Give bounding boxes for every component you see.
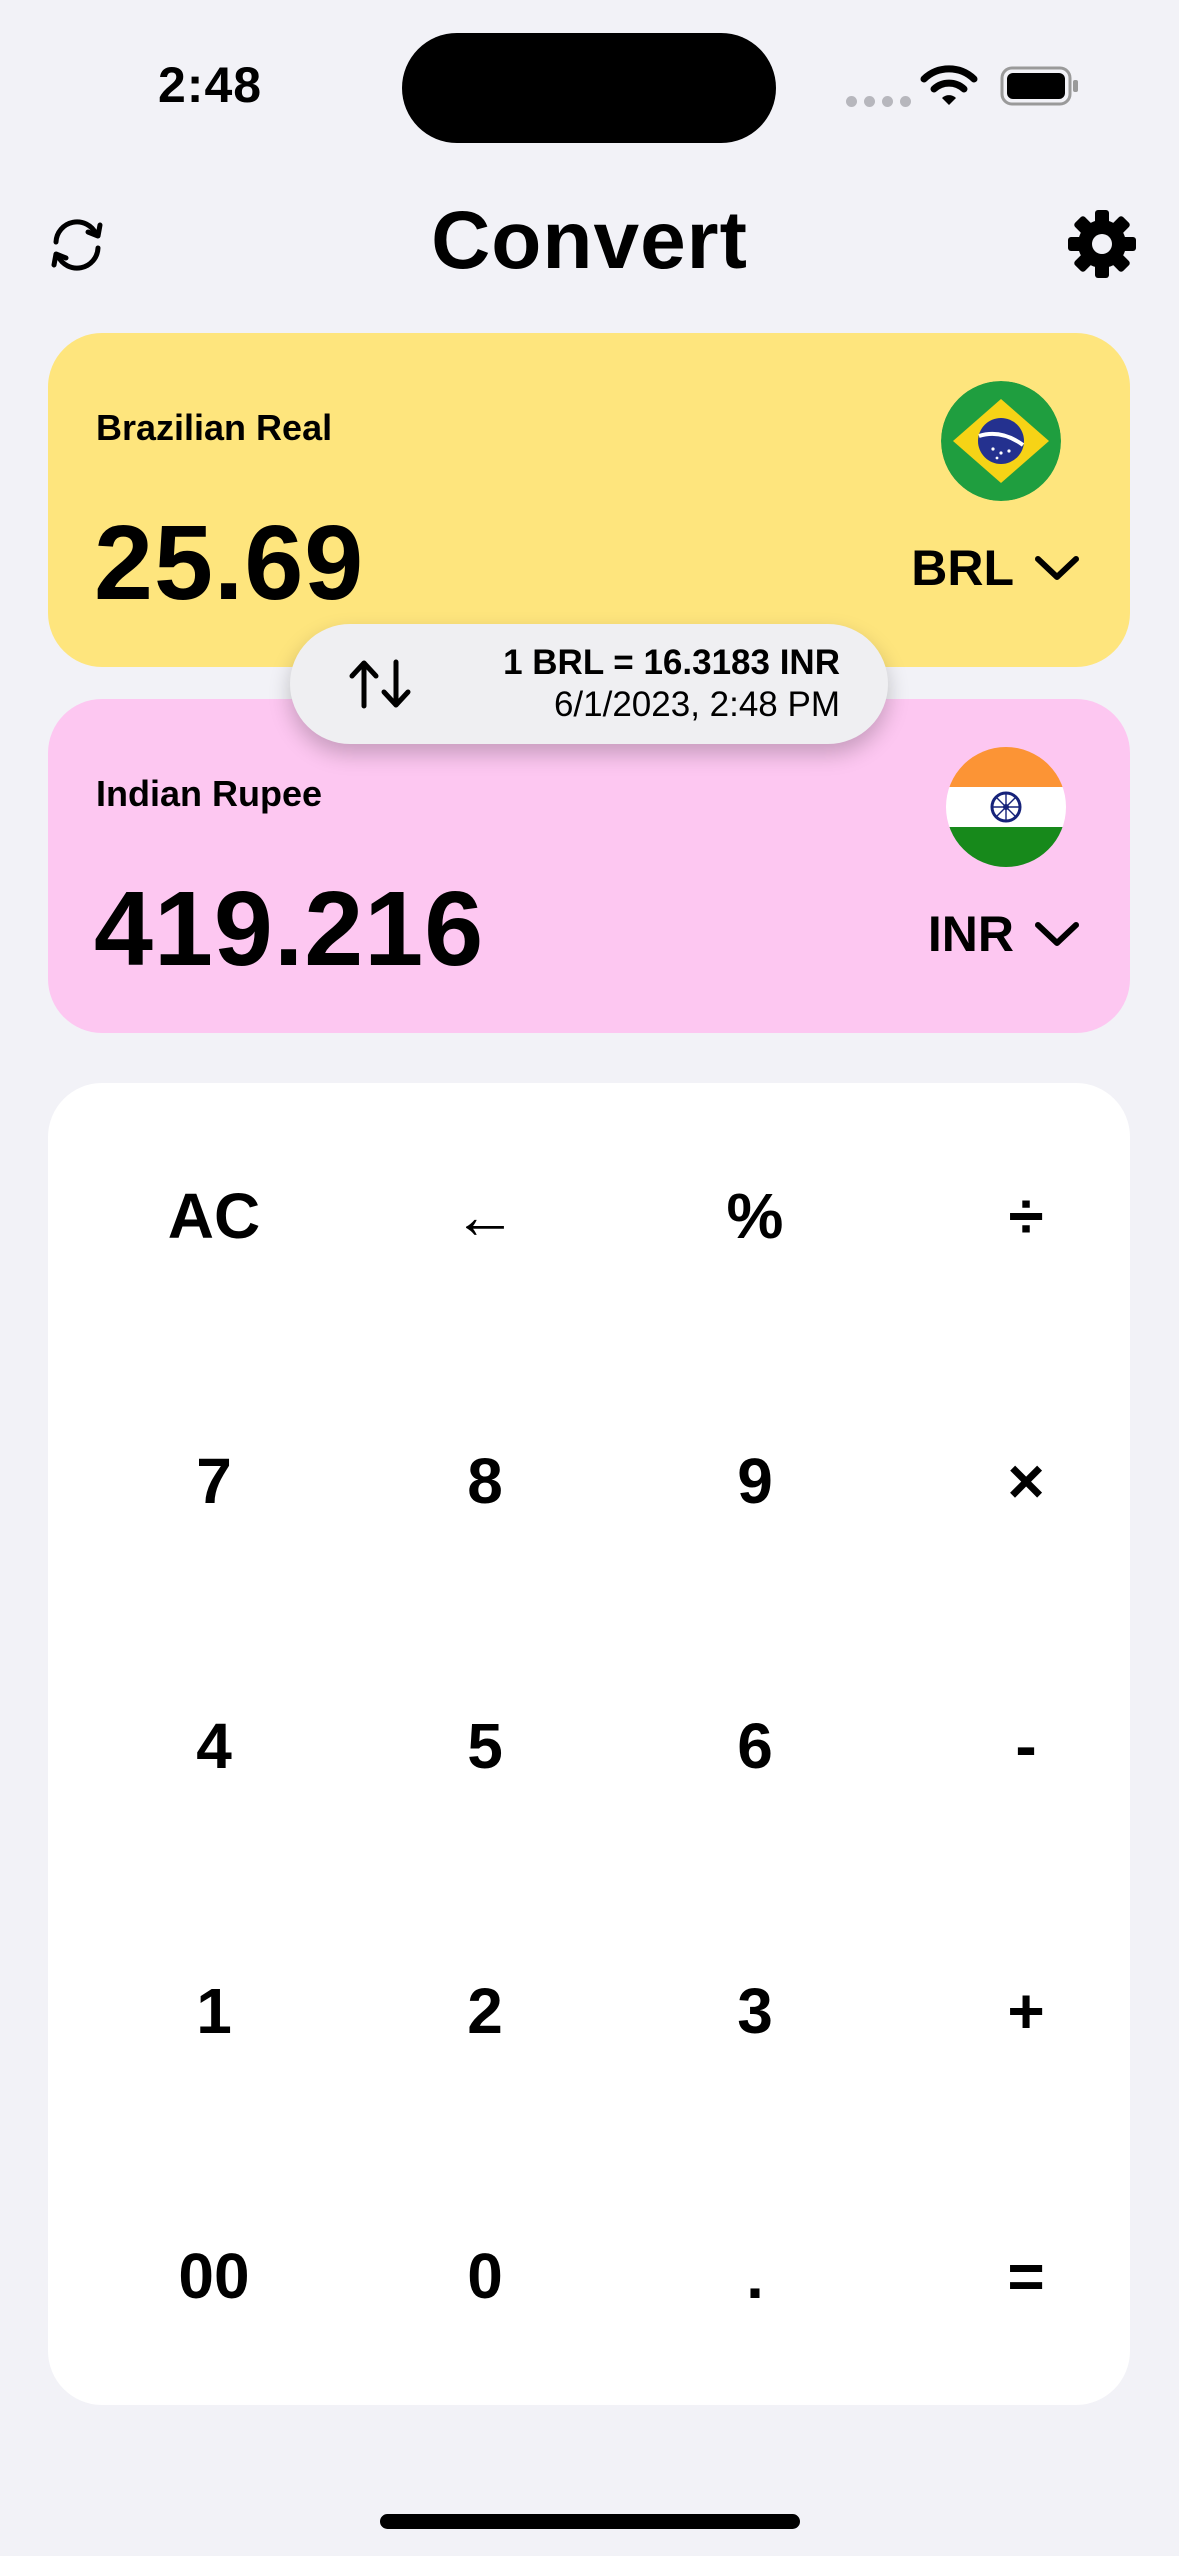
swap-currencies-button[interactable]: 1 BRL = 16.3183 INR 6/1/2023, 2:48 PM — [290, 624, 888, 744]
to-currency-code: INR — [927, 906, 1014, 962]
from-currency-name: Brazilian Real — [96, 407, 333, 448]
from-currency-amount: 25.69 — [94, 504, 365, 622]
from-currency-selector[interactable]: BRL — [911, 539, 1080, 597]
settings-gear-icon[interactable] — [1066, 208, 1138, 280]
key-6[interactable]: 6 — [620, 1613, 890, 1878]
key-multiply[interactable]: × — [891, 1348, 1161, 1613]
from-currency-code: BRL — [911, 540, 1014, 596]
key-backspace[interactable]: ← — [350, 1083, 620, 1348]
swap-arrows-icon — [349, 659, 411, 709]
rate-timestamp: 6/1/2023, 2:48 PM — [553, 685, 840, 724]
key-add[interactable]: + — [891, 1878, 1161, 2143]
brazil-flag-icon — [941, 381, 1061, 501]
chevron-down-icon — [1035, 556, 1079, 580]
key-4[interactable]: 4 — [79, 1613, 349, 1878]
key-9[interactable]: 9 — [620, 1348, 890, 1613]
key-8[interactable]: 8 — [350, 1348, 620, 1613]
dynamic-island — [402, 33, 776, 143]
key-percent[interactable]: % — [620, 1083, 890, 1348]
key-divide[interactable]: ÷ — [891, 1083, 1161, 1348]
key-decimal[interactable]: . — [620, 2143, 890, 2408]
from-currency-card[interactable]: Brazilian Real 25.69 BRL — [48, 333, 1130, 667]
to-currency-selector[interactable]: INR — [928, 905, 1080, 963]
key-3[interactable]: 3 — [620, 1878, 890, 2143]
exchange-rate: 1 BRL = 16.3183 INR — [503, 643, 840, 682]
key-double-zero[interactable]: 00 — [79, 2143, 349, 2408]
key-subtract[interactable]: - — [891, 1613, 1161, 1878]
page-title: Convert — [431, 195, 748, 286]
key-1[interactable]: 1 — [79, 1878, 349, 2143]
key-2[interactable]: 2 — [350, 1878, 620, 2143]
wifi-icon — [920, 65, 978, 105]
cellular-signal-icon — [846, 96, 911, 107]
india-flag-icon — [946, 747, 1066, 867]
chevron-down-icon — [1035, 922, 1079, 946]
battery-icon — [1000, 66, 1078, 106]
status-time: 2:48 — [158, 57, 263, 113]
key-7[interactable]: 7 — [79, 1348, 349, 1613]
key-equals[interactable]: = — [891, 2143, 1161, 2408]
key-5[interactable]: 5 — [350, 1613, 620, 1878]
keypad: AC ← % ÷ 7 8 9 × 4 5 6 - 1 2 3 + 00 0 . … — [48, 1083, 1130, 2405]
to-currency-card[interactable]: Indian Rupee 419.216 INR — [48, 699, 1130, 1033]
to-currency-amount: 419.216 — [94, 870, 485, 988]
to-currency-name: Indian Rupee — [96, 773, 323, 814]
key-clear[interactable]: AC — [79, 1083, 349, 1348]
home-indicator[interactable] — [380, 2514, 800, 2529]
exchange-rate-info: 1 BRL = 16.3183 INR 6/1/2023, 2:48 PM — [503, 642, 840, 726]
key-0[interactable]: 0 — [350, 2143, 620, 2408]
